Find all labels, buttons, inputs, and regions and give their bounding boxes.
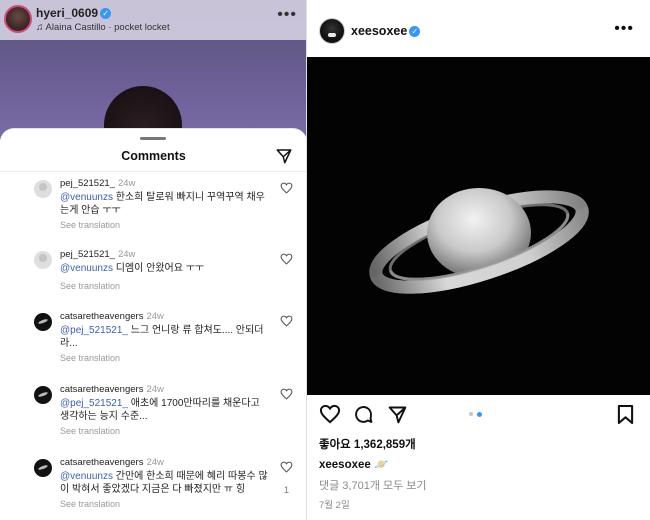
post-avatar[interactable] xyxy=(319,18,345,44)
post-username[interactable]: xeesoxee xyxy=(351,24,407,38)
story-avatar[interactable] xyxy=(4,5,32,33)
comment-body: 디엠이 안왔어요 ㅜㅜ xyxy=(112,263,205,274)
comment-like-count: 1 xyxy=(283,485,289,495)
caption-username[interactable]: xeesoxee xyxy=(319,459,371,471)
verified-badge-icon: ✓ xyxy=(100,8,112,20)
carousel-dot-active xyxy=(477,412,482,417)
comment-mention[interactable]: @pej_521521_ xyxy=(60,325,128,336)
comment-text: @pej_521521_ 애초에 1700만따리를 채운다고 생각하는 능지 수… xyxy=(60,397,270,423)
saturn-image xyxy=(369,188,589,294)
like-heart-icon[interactable] xyxy=(280,182,293,194)
like-heart-icon[interactable] xyxy=(319,404,341,424)
see-translation-link[interactable]: See translation xyxy=(60,353,120,363)
carousel-dot-inactive xyxy=(469,412,473,416)
comment-time: 24w xyxy=(146,384,164,395)
comment-text: @venuunzs 간만에 한소희 때문에 혜리 따봉수 많이 박혀서 좋았겠다… xyxy=(60,470,270,496)
post-caption: xeesoxee 🪐 xyxy=(319,457,388,471)
comment-mention[interactable]: @venuunzs xyxy=(60,192,113,203)
comment-header: pej_521521_ 24w xyxy=(60,178,135,189)
sheet-grabber-handle[interactable] xyxy=(140,137,166,140)
post-username-row[interactable]: xeesoxee ✓ xyxy=(351,24,421,38)
see-translation-link[interactable]: See translation xyxy=(60,281,120,291)
commenter-avatar[interactable] xyxy=(34,251,52,269)
bookmark-save-icon[interactable] xyxy=(617,404,634,425)
comment-time: 24w xyxy=(146,457,164,468)
commenter-avatar[interactable] xyxy=(34,313,52,331)
comment-text: @pej_521521_ 느그 언니랑 류 합쳐도.... 안되더라... xyxy=(60,324,270,350)
story-comments-panel: hyeri_0609 ✓ ♫ Alaina Castillo · pocket lo… xyxy=(0,0,307,520)
comment-username[interactable]: catsaretheavengers xyxy=(60,311,143,322)
like-heart-icon[interactable] xyxy=(280,388,293,400)
story-music[interactable]: ♫ Alaina Castillo · pocket locket xyxy=(36,22,170,33)
story-username-row[interactable]: hyeri_0609 ✓ xyxy=(36,6,112,20)
comment-username[interactable]: catsaretheavengers xyxy=(60,384,143,395)
see-translation-link[interactable]: See translation xyxy=(60,426,120,436)
comment-header: catsaretheavengers 24w xyxy=(60,457,164,468)
story-username[interactable]: hyeri_0609 xyxy=(36,6,98,20)
see-translation-link[interactable]: See translation xyxy=(60,220,120,230)
comment-bubble-icon[interactable] xyxy=(353,404,374,425)
verified-badge-icon: ✓ xyxy=(409,26,421,38)
share-send-icon[interactable] xyxy=(275,147,293,165)
post-more-options-icon[interactable]: ••• xyxy=(614,20,634,38)
comment-header: pej_521521_ 24w xyxy=(60,249,135,260)
comment-mention[interactable]: @pej_521521_ xyxy=(60,398,128,409)
comment-header: catsaretheavengers 24w xyxy=(60,384,164,395)
comment-mention[interactable]: @venuunzs xyxy=(60,471,113,482)
comment-text: @venuunzs 디엠이 안왔어요 ㅜㅜ xyxy=(60,262,270,275)
share-send-icon[interactable] xyxy=(387,404,408,425)
story-music-label: Alaina Castillo · pocket locket xyxy=(45,22,170,33)
comment-username[interactable]: pej_521521_ xyxy=(60,178,115,189)
comment-username[interactable]: catsaretheavengers xyxy=(60,457,143,468)
like-heart-icon[interactable] xyxy=(280,315,293,327)
music-note-icon: ♫ xyxy=(36,22,44,33)
comments-sheet-title: Comments xyxy=(121,149,186,163)
post-date: 7월 2일 xyxy=(319,500,350,511)
like-heart-icon[interactable] xyxy=(280,461,293,473)
like-heart-icon[interactable] xyxy=(280,253,293,265)
instagram-post: xeesoxee ✓ ••• 좋아요 1,362,859개 xeesoxee 🪐… xyxy=(307,0,650,520)
comment-time: 24w xyxy=(146,311,164,322)
comment-username[interactable]: pej_521521_ xyxy=(60,249,115,260)
comment-text: @venuunzs 한소희 탈로워 빠지니 꾸역꾸역 채우는게 안습 ㅜㅜ xyxy=(60,191,270,217)
comment-header: catsaretheavengers 24w xyxy=(60,311,164,322)
commenter-avatar[interactable] xyxy=(34,386,52,404)
comment-mention[interactable]: @venuunzs xyxy=(60,263,113,274)
commenter-avatar[interactable] xyxy=(34,180,52,198)
story-header: hyeri_0609 ✓ ♫ Alaina Castillo · pocket lo… xyxy=(0,0,307,40)
view-all-comments-link[interactable]: 댓글 3,701개 모두 보기 xyxy=(319,477,427,493)
comment-time: 24w xyxy=(117,178,136,189)
see-translation-link[interactable]: See translation xyxy=(60,499,120,509)
post-photo-saturn[interactable] xyxy=(307,57,650,395)
post-like-count[interactable]: 좋아요 1,362,859개 xyxy=(319,436,416,452)
sheet-divider xyxy=(0,171,307,172)
caption-text: 🪐 xyxy=(370,459,389,471)
comment-time: 24w xyxy=(117,249,136,260)
commenter-avatar[interactable] xyxy=(34,459,52,477)
story-more-options-icon[interactable]: ••• xyxy=(277,6,297,24)
